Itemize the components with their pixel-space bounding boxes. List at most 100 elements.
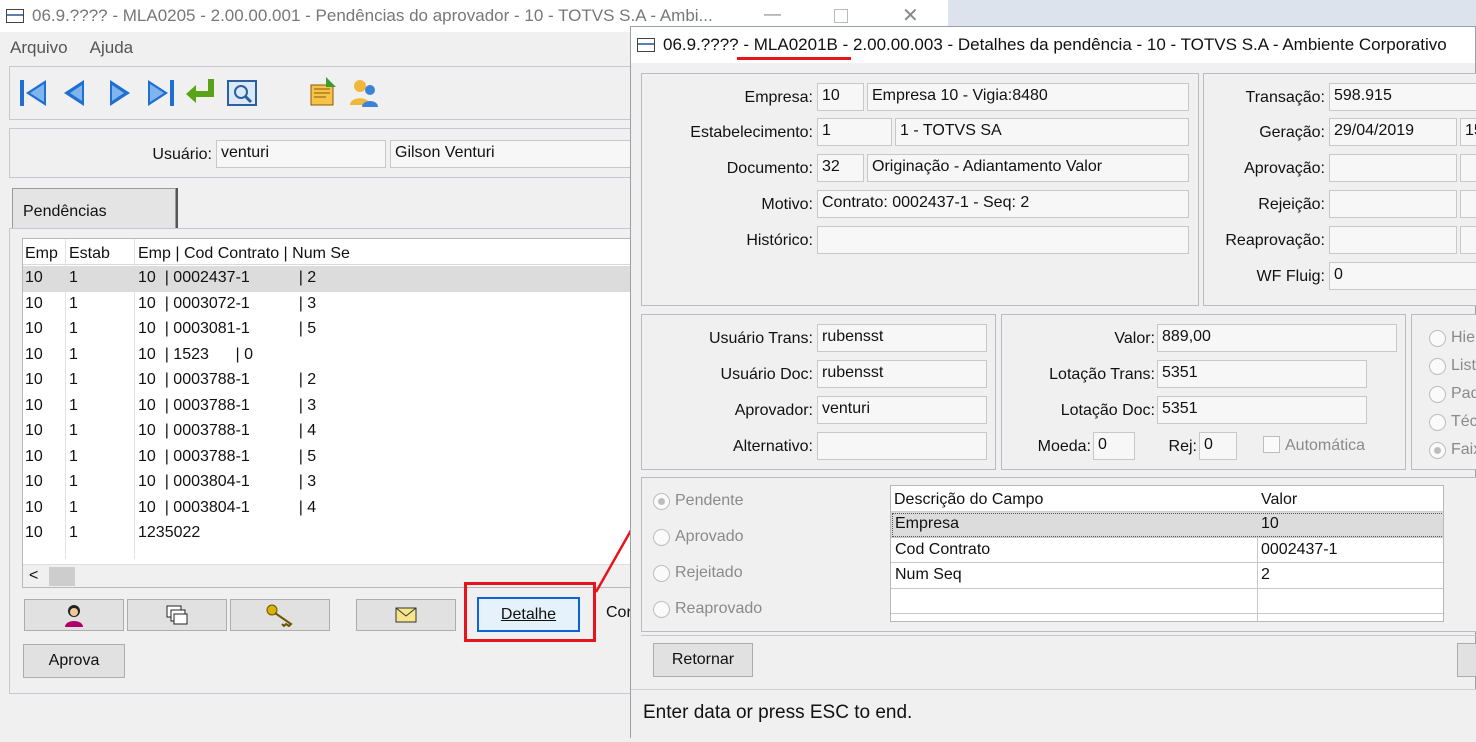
table-row[interactable]: 10 1 10 | 0003788-1 | 2 <box>23 368 641 394</box>
table-cell: 10 <box>25 422 43 439</box>
table-cell: 10 | 0003081-1 | 5 <box>138 320 317 337</box>
type-radio[interactable]: Hier <box>1429 329 1476 347</box>
first-record-icon[interactable] <box>18 77 50 109</box>
status-radio-pendente[interactable]: Pendente <box>653 492 744 510</box>
help-button[interactable] <box>1457 643 1476 677</box>
radio-circle[interactable] <box>1429 357 1446 375</box>
rej-field[interactable]: 0 <box>1199 432 1237 460</box>
lotacao-trans-field[interactable]: 5351 <box>1157 360 1367 388</box>
automatica-checkbox[interactable] <box>1263 436 1280 453</box>
usuario-trans-label: Usuário Trans: <box>708 330 813 347</box>
maximize-icon[interactable] <box>834 9 848 23</box>
campo-row[interactable]: Empresa 10 <box>891 512 1443 538</box>
table-row[interactable]: 10 1 1235022 <box>23 521 641 547</box>
radio-circle[interactable] <box>653 528 670 546</box>
table-row[interactable]: 10 1 10 | 0002437-1 | 2 <box>23 266 641 292</box>
col-descricao[interactable]: Descrição do Campo <box>894 491 1043 509</box>
search-record-icon[interactable] <box>226 77 258 109</box>
type-radio[interactable]: Pad <box>1429 385 1476 403</box>
usuario-field[interactable]: venturi <box>216 140 386 168</box>
col-contrato[interactable]: Emp | Cod Contrato | Num Se <box>138 245 350 263</box>
user-detail-button[interactable] <box>24 599 124 631</box>
table-cell: 10 | 1523 | 0 <box>138 345 254 363</box>
retornar-button[interactable]: Retornar <box>653 643 753 677</box>
table-row[interactable]: 10 1 10 | 0003788-1 | 3 <box>23 394 641 420</box>
table-row[interactable]: 10 1 10 | 0003804-1 | 3 <box>23 470 641 496</box>
documento-desc-field[interactable]: Originação - Adiantamento Valor <box>867 154 1189 182</box>
table-row[interactable]: 10 1 10 | 0003788-1 | 5 <box>23 445 641 471</box>
type-radio[interactable]: Faix <box>1429 441 1476 459</box>
users-icon[interactable] <box>348 77 380 109</box>
message-button[interactable] <box>356 599 456 631</box>
windows-button[interactable] <box>127 599 227 631</box>
status-radio-rejeitado[interactable]: Rejeitado <box>653 564 743 582</box>
rejeicao-date-field[interactable] <box>1329 190 1457 218</box>
go-to-icon[interactable] <box>184 77 216 109</box>
motivo-field[interactable]: Contrato: 0002437-1 - Seq: 2 <box>817 190 1189 218</box>
minimize-icon[interactable]: — <box>764 4 781 24</box>
geracao-date-field[interactable]: 29/04/2019 <box>1329 118 1457 146</box>
aprova-button[interactable]: Aprova <box>23 644 125 678</box>
radio-circle[interactable] <box>1429 385 1446 403</box>
type-radio[interactable]: List <box>1429 357 1476 375</box>
scroll-thumb[interactable] <box>49 567 75 586</box>
radio-circle[interactable] <box>653 492 670 510</box>
table-row[interactable]: 10 1 10 | 1523 | 0 <box>23 343 641 369</box>
lotacao-doc-field[interactable]: 5351 <box>1157 396 1367 424</box>
radio-circle[interactable] <box>1429 441 1446 459</box>
alternativo-field[interactable] <box>817 432 987 460</box>
historico-field[interactable] <box>817 226 1189 254</box>
close-icon[interactable]: ✕ <box>902 3 919 28</box>
last-record-icon[interactable] <box>144 77 176 109</box>
campo-row[interactable]: Num Seq 2 <box>891 563 1443 589</box>
pendencias-tab[interactable]: Pendências <box>12 188 176 228</box>
usuario-doc-field[interactable]: rubensst <box>817 360 987 388</box>
col-estab[interactable]: Estab <box>69 245 110 263</box>
table-row[interactable]: 10 1 10 | 0003804-1 | 4 <box>23 496 641 522</box>
table-row[interactable]: 10 1 10 | 0003788-1 | 4 <box>23 419 641 445</box>
col-valor[interactable]: Valor <box>1261 491 1297 509</box>
usuario-name-field[interactable]: Gilson Venturi <box>390 140 640 168</box>
geracao-time-field[interactable]: 15 <box>1460 118 1476 146</box>
empresa-desc-field[interactable]: Empresa 10 - Vigia:8480 <box>867 83 1189 111</box>
table-row[interactable]: 10 1 10 | 0003081-1 | 5 <box>23 317 641 343</box>
status-radio-reaprovado[interactable]: Reaprovado <box>653 600 762 618</box>
next-record-icon[interactable] <box>102 77 134 109</box>
status-radio-aprovado[interactable]: Aprovado <box>653 528 744 546</box>
campo-row[interactable] <box>891 589 1443 614</box>
reaprovacao-time-field[interactable] <box>1460 226 1476 254</box>
menu-arquivo[interactable]: Arquivo <box>10 38 68 64</box>
scroll-left-icon[interactable]: < <box>29 567 38 585</box>
radio-circle[interactable] <box>1429 413 1446 431</box>
reaprovacao-date-field[interactable] <box>1329 226 1457 254</box>
aprovacao-time-field[interactable] <box>1460 154 1476 182</box>
report-icon[interactable] <box>308 75 340 107</box>
moeda-field[interactable]: 0 <box>1093 432 1135 460</box>
estab-code-field[interactable]: 1 <box>817 118 892 146</box>
type-radio[interactable]: Téc <box>1429 413 1476 431</box>
detalhe-button[interactable]: Detalhe <box>477 597 580 632</box>
usuario-trans-field[interactable]: rubensst <box>817 324 987 352</box>
transacao-field[interactable]: 598.915 <box>1329 83 1476 111</box>
empresa-code-field[interactable]: 10 <box>817 83 864 111</box>
valor-field[interactable]: 889,00 <box>1157 324 1397 352</box>
col-emp[interactable]: Emp <box>25 245 58 263</box>
radio-circle[interactable] <box>1429 329 1446 347</box>
radio-circle[interactable] <box>653 600 670 618</box>
wf-fluig-field[interactable]: 0 <box>1329 262 1476 290</box>
table-cell: 10 | 0003788-1 | 2 <box>138 371 317 388</box>
radio-circle[interactable] <box>653 564 670 582</box>
previous-record-icon[interactable] <box>60 77 92 109</box>
documento-code-field[interactable]: 32 <box>817 154 864 182</box>
estab-desc-field[interactable]: 1 - TOTVS SA <box>895 118 1189 146</box>
aprovador-field[interactable]: venturi <box>817 396 987 424</box>
table-cell: 10 | 0003788-1 | 3 <box>138 396 317 414</box>
aprovacao-date-field[interactable] <box>1329 154 1457 182</box>
table-row[interactable]: 10 1 10 | 0003072-1 | 3 <box>23 292 641 318</box>
campo-row[interactable]: Cod Contrato 0002437-1 <box>891 538 1443 563</box>
table-cell: 10 <box>25 447 43 465</box>
keys-button[interactable] <box>230 599 330 631</box>
campo-row[interactable] <box>891 614 1443 621</box>
rejeicao-time-field[interactable] <box>1460 190 1476 218</box>
menu-ajuda[interactable]: Ajuda <box>90 38 133 64</box>
